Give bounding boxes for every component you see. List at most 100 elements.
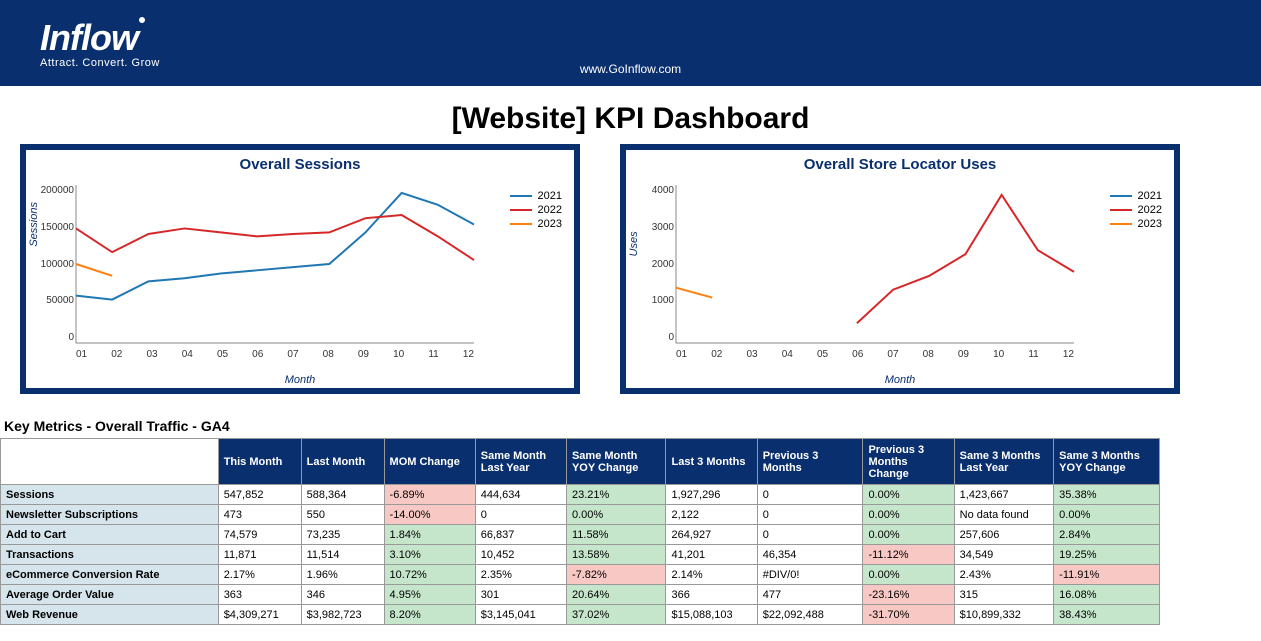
table-cell: 11.58% — [566, 525, 666, 545]
table-cell: 301 — [475, 585, 566, 605]
row-header: Sessions — [1, 485, 219, 505]
legend: 202120222023 — [1110, 190, 1162, 232]
legend-item: 2022 — [510, 204, 562, 216]
table-cell: 363 — [218, 585, 301, 605]
plot-area — [76, 185, 474, 343]
table-cell: 257,606 — [954, 525, 1054, 545]
column-header: Previous 3 Months — [757, 439, 863, 485]
table-cell: 10.72% — [384, 565, 475, 585]
table-cell: 0.00% — [863, 525, 954, 545]
table-cell: 588,364 — [301, 485, 384, 505]
table-cell: 0 — [757, 525, 863, 545]
column-header: Last Month — [301, 439, 384, 485]
row-header: Add to Cart — [1, 525, 219, 545]
header: Inflow Attract. Convert. Grow www.GoInfl… — [0, 0, 1261, 90]
table-cell: 473 — [218, 505, 301, 525]
table-cell: 2.35% — [475, 565, 566, 585]
legend: 202120222023 — [510, 190, 562, 232]
x-axis-label: Month — [285, 374, 316, 386]
table-cell: 2,122 — [666, 505, 757, 525]
table-cell: 0.00% — [566, 505, 666, 525]
table-cell: 2.84% — [1054, 525, 1160, 545]
table-row: Web Revenue$4,309,271$3,982,7238.20%$3,1… — [1, 605, 1160, 625]
column-header: Same Month Last Year — [475, 439, 566, 485]
table-cell: 20.64% — [566, 585, 666, 605]
column-header: Same Month YOY Change — [566, 439, 666, 485]
page-title: [Website] KPI Dashboard — [0, 102, 1261, 136]
table-cell: 264,927 — [666, 525, 757, 545]
table-cell: -11.12% — [863, 545, 954, 565]
table-cell: 2.17% — [218, 565, 301, 585]
table-cell: 0 — [757, 485, 863, 505]
table-cell: -6.89% — [384, 485, 475, 505]
column-header: Same 3 Months YOY Change — [1054, 439, 1160, 485]
column-header: MOM Change — [384, 439, 475, 485]
table-cell: -23.16% — [863, 585, 954, 605]
table-cell: 10,452 — [475, 545, 566, 565]
table-cell: 547,852 — [218, 485, 301, 505]
table-cell: 0 — [757, 505, 863, 525]
table-cell: -11.91% — [1054, 565, 1160, 585]
row-header: Average Order Value — [1, 585, 219, 605]
x-ticks: 010203040506070809101112 — [76, 349, 474, 360]
table-cell: 1.84% — [384, 525, 475, 545]
row-header: Newsletter Subscriptions — [1, 505, 219, 525]
table-cell: 8.20% — [384, 605, 475, 625]
legend-item: 2022 — [1110, 204, 1162, 216]
table-cell: 46,354 — [757, 545, 863, 565]
table-cell: 16.08% — [1054, 585, 1160, 605]
table-cell: -14.00% — [384, 505, 475, 525]
y-ticks: 40003000200010000 — [636, 185, 674, 343]
table-cell: $10,899,332 — [954, 605, 1054, 625]
column-header: Same 3 Months Last Year — [954, 439, 1054, 485]
table-cell: 366 — [666, 585, 757, 605]
table-cell: 38.43% — [1054, 605, 1160, 625]
charts-row: Overall Sessions Sessions Month 20000015… — [0, 144, 1261, 394]
table-row: Average Order Value3633464.95%30120.64%3… — [1, 585, 1160, 605]
table-cell: $3,982,723 — [301, 605, 384, 625]
row-header: Web Revenue — [1, 605, 219, 625]
y-ticks: 200000150000100000500000 — [36, 185, 74, 343]
table-cell: 35.38% — [1054, 485, 1160, 505]
x-axis-label: Month — [885, 374, 916, 386]
table-cell: -7.82% — [566, 565, 666, 585]
table-cell: 2.14% — [666, 565, 757, 585]
column-header: Last 3 Months — [666, 439, 757, 485]
metrics-section-title: Key Metrics - Overall Traffic - GA4 — [0, 414, 1261, 438]
table-cell: 346 — [301, 585, 384, 605]
table-cell: 1.96% — [301, 565, 384, 585]
table-row: Sessions547,852588,364-6.89%444,63423.21… — [1, 485, 1160, 505]
table-cell: 0.00% — [863, 485, 954, 505]
table-cell: 66,837 — [475, 525, 566, 545]
chart-title: Overall Store Locator Uses — [626, 150, 1174, 173]
table-cell: 550 — [301, 505, 384, 525]
chart-store-locator: Overall Store Locator Uses Uses Month 40… — [620, 144, 1180, 394]
table-cell: $22,092,488 — [757, 605, 863, 625]
table-cell: $3,145,041 — [475, 605, 566, 625]
table-cell: 73,235 — [301, 525, 384, 545]
table-cell: 2.43% — [954, 565, 1054, 585]
table-cell: No data found — [954, 505, 1054, 525]
table-cell: 13.58% — [566, 545, 666, 565]
table-row: eCommerce Conversion Rate2.17%1.96%10.72… — [1, 565, 1160, 585]
table-cell: #DIV/0! — [757, 565, 863, 585]
table-cell: 315 — [954, 585, 1054, 605]
table-cell: 74,579 — [218, 525, 301, 545]
table-cell: 11,871 — [218, 545, 301, 565]
table-cell: 3.10% — [384, 545, 475, 565]
logo-block: Inflow Attract. Convert. Grow — [40, 17, 160, 69]
table-cell: 41,201 — [666, 545, 757, 565]
table-cell: 477 — [757, 585, 863, 605]
plot-area — [676, 185, 1074, 343]
table-cell: 444,634 — [475, 485, 566, 505]
chart-title: Overall Sessions — [26, 150, 574, 173]
table-cell: 4.95% — [384, 585, 475, 605]
table-cell: 11,514 — [301, 545, 384, 565]
table-cell: 0.00% — [863, 565, 954, 585]
table-row: Newsletter Subscriptions473550-14.00% 0 0.… — [1, 505, 1160, 525]
table-cell: 0.00% — [1054, 505, 1160, 525]
legend-item: 2021 — [510, 190, 562, 202]
logo: Inflow — [40, 17, 160, 59]
table-cell: 23.21% — [566, 485, 666, 505]
x-ticks: 010203040506070809101112 — [676, 349, 1074, 360]
